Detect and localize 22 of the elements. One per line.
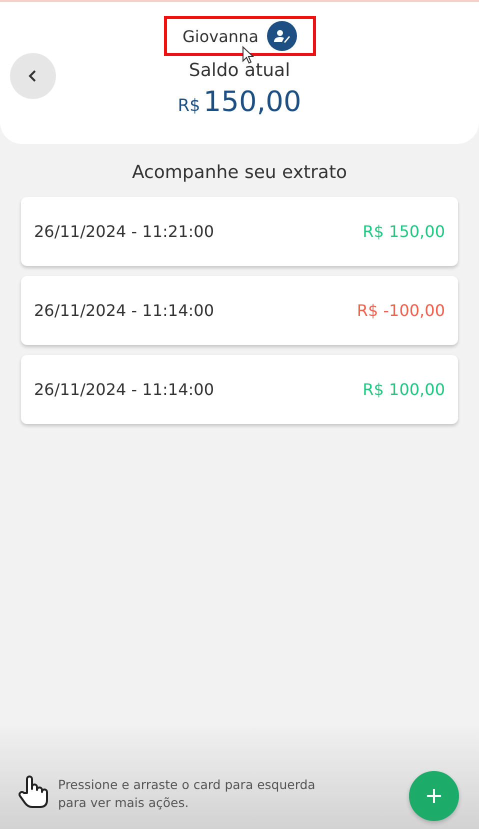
hand-pointer-icon <box>18 775 48 809</box>
swipe-hint: Pressione e arraste o card para esquerda para ver mais ações. <box>58 776 316 811</box>
transaction-datetime: 26/11/2024 - 11:14:00 <box>34 380 214 399</box>
add-button[interactable] <box>409 771 459 821</box>
transaction-card[interactable]: 26/11/2024 - 11:14:00 R$ 100,00 <box>21 355 458 424</box>
currency-symbol: R$ <box>178 96 200 116</box>
user-name: Giovanna <box>182 26 258 46</box>
user-edit-icon <box>274 29 290 43</box>
balance-label: Saldo atual <box>188 60 290 81</box>
transaction-card[interactable]: 26/11/2024 - 11:14:00 R$ -100,00 <box>21 276 458 345</box>
back-icon <box>28 69 38 83</box>
edit-user-button[interactable] <box>266 21 296 51</box>
cursor-icon <box>242 46 254 64</box>
balance-amount: 150,00 <box>203 85 302 118</box>
transaction-amount: R$ 100,00 <box>362 380 445 399</box>
transaction-datetime: 26/11/2024 - 11:14:00 <box>34 301 214 320</box>
transaction-card[interactable]: 26/11/2024 - 11:21:00 R$ 150,00 <box>21 197 458 266</box>
transaction-amount: R$ -100,00 <box>356 301 445 320</box>
transaction-amount: R$ 150,00 <box>362 222 445 241</box>
transaction-datetime: 26/11/2024 - 11:21:00 <box>34 222 214 241</box>
plus-icon <box>426 788 442 804</box>
section-title: Acompanhe seu extrato <box>130 162 348 183</box>
